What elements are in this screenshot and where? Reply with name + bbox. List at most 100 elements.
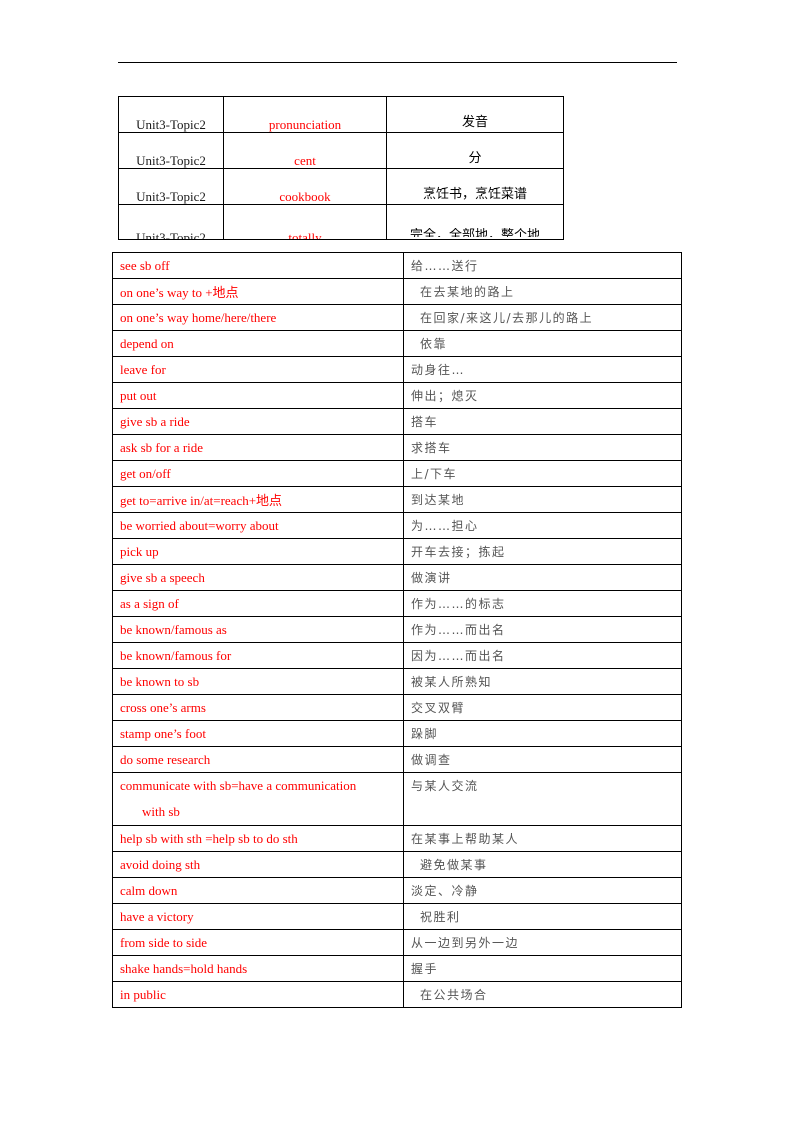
english-phrase-cell: depend on <box>112 330 404 357</box>
unit-cell-text: Unit3-Topic2 <box>136 153 206 168</box>
phrase-row: get on/off 上/下车 <box>112 460 682 487</box>
english-phrase: leave for <box>120 361 166 377</box>
english-phrase-cell: as a sign of <box>112 590 404 617</box>
vocab-table: Unit3-Topic2 pronunciation 发音 Unit3-Topic2 c… <box>118 96 564 240</box>
english-phrase: see sb off <box>120 257 170 273</box>
chinese-meaning: 做演讲 <box>411 571 452 585</box>
chinese-meaning-cell: 作为……而出名 <box>403 616 682 643</box>
phrase-row: put out 伸出；熄灭 <box>112 382 682 409</box>
chinese-meaning-cell: 避免做某事 <box>403 851 682 878</box>
chinese-meaning-cell: 淡定、冷静 <box>403 877 682 904</box>
chinese-meaning: 因为……而出名 <box>411 649 506 663</box>
english-phrase-cell: communicate with sb=have a communication… <box>112 772 404 826</box>
english-phrase-cell: have a victory <box>112 903 404 930</box>
phrase-row: shake hands=hold hands 握手 <box>112 955 682 982</box>
english-phrase-cell: ask sb for a ride <box>112 434 404 461</box>
phrase-row: on one’s way home/here/there 在回家/来这儿/去那儿的… <box>112 304 682 331</box>
chinese-meaning: 避免做某事 <box>420 858 488 872</box>
english-phrase-cell: be known/famous as <box>112 616 404 643</box>
unit-cell-text: Unit3-Topic2 <box>136 189 206 204</box>
phrase-row: be known to sb 被某人所熟知 <box>112 668 682 695</box>
meaning-cell-text: 烹饪书，烹饪菜谱 <box>422 187 527 202</box>
phrase-row: in public 在公共场合 <box>112 981 682 1008</box>
chinese-meaning-cell: 在某事上帮助某人 <box>403 825 682 852</box>
chinese-meaning: 求搭车 <box>411 441 452 455</box>
english-phrase-cell: on one’s way home/here/there <box>112 304 404 331</box>
english-phrase: put out <box>120 387 157 403</box>
chinese-meaning: 作为……的标志 <box>411 597 506 611</box>
meaning-cell-text: 发音 <box>461 115 488 130</box>
chinese-meaning-cell: 求搭车 <box>403 434 682 461</box>
phrase-row: see sb off 给……送行 <box>112 252 682 279</box>
english-phrase: as a sign of <box>120 595 179 611</box>
chinese-meaning: 作为……而出名 <box>411 623 506 637</box>
english-phrase-cell: do some research <box>112 746 404 773</box>
chinese-meaning-cell: 做调查 <box>403 746 682 773</box>
chinese-meaning: 被某人所熟知 <box>411 675 493 689</box>
english-phrase: cross one’s arms <box>120 699 206 715</box>
english-phrase: from side to side <box>120 934 208 950</box>
english-phrase-cell: help sb with sth =help sb to do sth <box>112 825 404 852</box>
chinese-meaning-cell: 开车去接；拣起 <box>403 538 682 565</box>
english-phrase: do some research <box>120 751 211 767</box>
phrase-row: calm down 淡定、冷静 <box>112 877 682 904</box>
unit-cell-text: Unit3-Topic2 <box>136 117 206 132</box>
chinese-meaning-cell: 给……送行 <box>403 252 682 279</box>
chinese-meaning-cell: 到达某地 <box>403 486 682 513</box>
phrase-table: see sb off 给……送行 on one’s way to +地点 在去某地的路… <box>112 252 682 1008</box>
chinese-meaning: 伸出；熄灭 <box>411 389 479 403</box>
phrase-row: be known/famous for 因为……而出名 <box>112 642 682 669</box>
chinese-meaning-cell: 与某人交流 <box>403 772 682 826</box>
vocab-row: Unit3-Topic2 cent 分 <box>118 132 564 169</box>
english-phrase-cell: on one’s way to +地点 <box>112 278 404 305</box>
phrase-row: avoid doing sth 避免做某事 <box>112 851 682 878</box>
english-phrase: help sb with sth =help sb to do sth <box>120 830 298 846</box>
chinese-meaning-cell: 依靠 <box>403 330 682 357</box>
chinese-meaning: 做调查 <box>411 753 452 767</box>
chinese-meaning-cell: 做演讲 <box>403 564 682 591</box>
chinese-meaning-cell: 在去某地的路上 <box>403 278 682 305</box>
phrase-row: as a sign of 作为……的标志 <box>112 590 682 617</box>
english-phrase-cell: calm down <box>112 877 404 904</box>
english-phrase: get on/off <box>120 465 171 481</box>
phrase-row: give sb a ride 搭车 <box>112 408 682 435</box>
phrase-row: from side to side 从一边到另外一边 <box>112 929 682 956</box>
phrase-row: do some research 做调查 <box>112 746 682 773</box>
phrase-row: cross one’s arms 交叉双臂 <box>112 694 682 721</box>
chinese-meaning: 交叉双臂 <box>411 701 466 715</box>
english-phrase-cell: in public <box>112 981 404 1008</box>
english-phrase: calm down <box>120 882 178 898</box>
meaning-cell-text: 完全，全部地，整个地 <box>409 228 540 237</box>
document-page: Unit3-Topic2 pronunciation 发音 Unit3-Topic2 c… <box>0 0 794 1123</box>
english-phrase-cell: be worried about=worry about <box>112 512 404 539</box>
chinese-meaning-cell: 从一边到另外一边 <box>403 929 682 956</box>
chinese-meaning-cell: 搭车 <box>403 408 682 435</box>
word-cell-text: cookbook <box>279 189 331 204</box>
chinese-meaning-cell: 为……担心 <box>403 512 682 539</box>
english-phrase-cell: from side to side <box>112 929 404 956</box>
chinese-meaning: 依靠 <box>420 337 448 351</box>
word-cell: totally <box>223 204 387 240</box>
chinese-meaning-cell: 被某人所熟知 <box>403 668 682 695</box>
english-phrase-cell: avoid doing sth <box>112 851 404 878</box>
phrase-row: on one’s way to +地点 在去某地的路上 <box>112 278 682 305</box>
english-phrase: avoid doing sth <box>120 856 201 872</box>
english-phrase: communicate with sb=have a communication <box>120 778 357 793</box>
phrase-row: depend on 依靠 <box>112 330 682 357</box>
word-cell-text: pronunciation <box>268 117 342 132</box>
english-phrase: be known to sb <box>120 673 200 689</box>
phrase-row: ask sb for a ride 求搭车 <box>112 434 682 461</box>
english-phrase: give sb a ride <box>120 413 190 429</box>
chinese-meaning: 在公共场合 <box>420 988 488 1002</box>
chinese-meaning-cell: 伸出；熄灭 <box>403 382 682 409</box>
phrase-row: leave for 动身往… <box>112 356 682 383</box>
chinese-meaning: 祝胜利 <box>420 910 461 924</box>
chinese-meaning: 在回家/来这儿/去那儿的路上 <box>420 311 594 325</box>
chinese-meaning: 开车去接；拣起 <box>411 545 506 559</box>
chinese-meaning: 淡定、冷静 <box>411 884 479 898</box>
phrase-row: help sb with sth =help sb to do sth 在某事上帮… <box>112 825 682 852</box>
english-phrase-cell: get to=arrive in/at=reach+地点 <box>112 486 404 513</box>
english-phrase: stamp one’s foot <box>120 725 206 741</box>
phrase-row: pick up 开车去接；拣起 <box>112 538 682 565</box>
header-rule <box>118 62 677 63</box>
